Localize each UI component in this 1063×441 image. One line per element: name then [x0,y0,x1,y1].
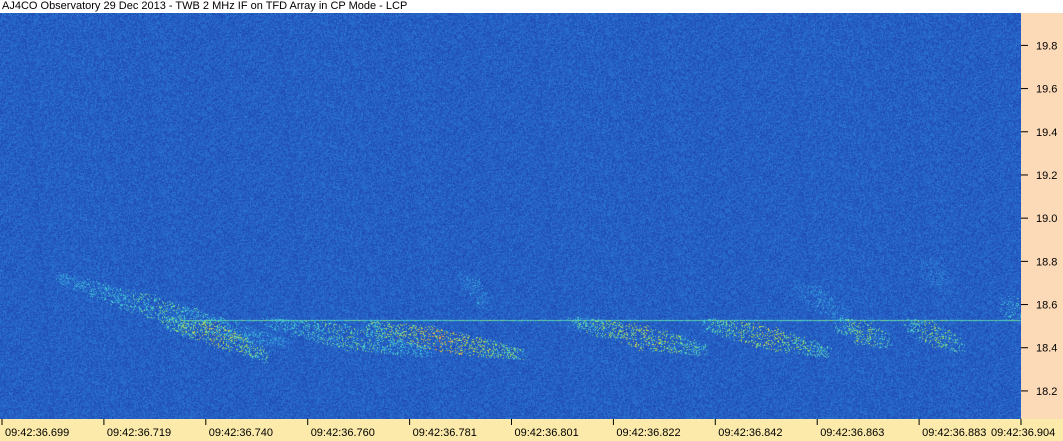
title-bar: AJ4CO Observatory 29 Dec 2013 - TWB 2 MH… [0,0,1063,13]
time-axis-panel [0,419,1063,441]
frequency-axis-panel [1021,13,1063,419]
spectrogram-heatmap [0,13,1021,419]
chart-title: AJ4CO Observatory 29 Dec 2013 - TWB 2 MH… [2,0,408,12]
